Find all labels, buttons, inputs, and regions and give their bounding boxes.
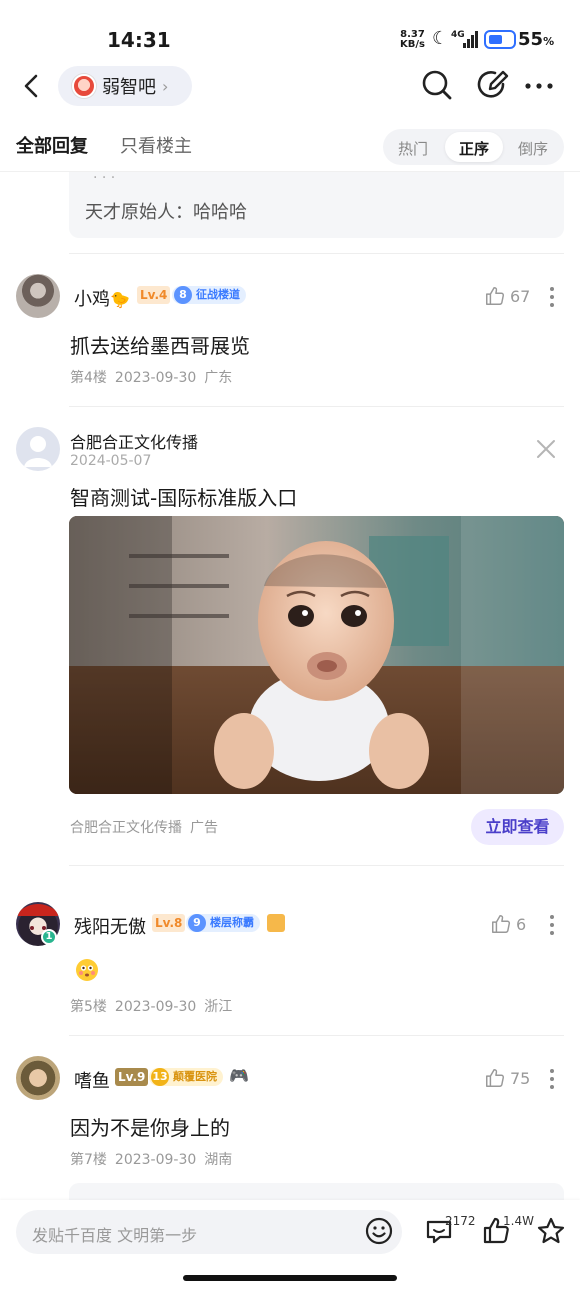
avatar[interactable] (16, 274, 60, 318)
like-button[interactable]: 75 (484, 1067, 530, 1089)
divider (69, 865, 564, 866)
ad-source: 合肥合正文化传播 广告 (70, 820, 218, 836)
sub-reply-preview[interactable]: · · · 天才原始人：哈哈哈 (69, 170, 564, 238)
username[interactable]: 嗜鱼 (74, 1067, 110, 1093)
reply-input-placeholder: 发贴千百度 文明第一步 (32, 1226, 198, 1245)
close-icon[interactable] (536, 439, 556, 459)
sort-hot[interactable]: 热门 (398, 138, 428, 159)
back-arrow-icon[interactable] (18, 72, 46, 100)
reply-more-icon[interactable] (549, 1068, 555, 1090)
advertiser-name[interactable]: 合肥合正文化传播 (70, 429, 198, 453)
likes-count: 1.4W (503, 1214, 534, 1228)
reply-content: 抓去送给墨西哥展览 (70, 334, 250, 358)
level-badge: Lv.9 (115, 1068, 149, 1086)
thumbs-up-icon (486, 287, 505, 305)
forum-name: 弱智吧 (102, 77, 156, 98)
home-indicator[interactable] (183, 1275, 397, 1281)
ad-image[interactable] (69, 516, 564, 794)
status-bar: 14:31 8.37 KB/s ☾ 4G 55% (0, 0, 580, 62)
ad-date: 2024-05-07 (70, 453, 152, 469)
emoji-picker-icon[interactable] (364, 1216, 394, 1246)
sort-ascending[interactable]: 正序 (459, 138, 489, 159)
signal-icon (461, 30, 479, 48)
net-speed: 8.37 KB/s (400, 29, 425, 50)
fan-badge-icon (267, 914, 285, 932)
divider (69, 253, 564, 254)
game-badge-icon: 🎮 (229, 1066, 249, 1085)
divider (69, 406, 564, 407)
more-options-icon[interactable] (522, 68, 556, 102)
sort-segmented-control: 热门 正序 倒序 (383, 129, 564, 165)
like-button[interactable]: 6 (490, 913, 526, 935)
nav-bar: 弱智吧 › (0, 62, 580, 112)
level-badge: Lv.8 (152, 914, 186, 932)
reply-content: 因为不是你身上的 (70, 1116, 230, 1140)
honor-badge: 9 楼层称霸 (186, 914, 260, 932)
reply-filter-bar: 全部回复 只看楼主 热门 正序 倒序 (0, 112, 580, 172)
honor-badge: 8 征战楼道 (172, 286, 246, 304)
ad-headline[interactable]: 智商测试-国际标准版入口 (70, 482, 297, 511)
search-icon[interactable] (420, 68, 454, 102)
status-time: 14:31 (107, 28, 171, 52)
thumbs-up-icon (486, 1069, 505, 1087)
battery-icon (484, 30, 516, 49)
avatar-level-badge: 1 (41, 929, 57, 945)
reply-more-icon[interactable] (549, 914, 555, 936)
avatar[interactable] (16, 1056, 60, 1100)
reply-input[interactable]: 发贴千百度 文明第一步 (16, 1210, 402, 1254)
chevron-right-icon: › (162, 76, 169, 96)
truncated-text: · · · (93, 170, 116, 186)
sort-descending[interactable]: 倒序 (518, 138, 548, 159)
sub-reply-text: 天才原始人：哈哈哈 (85, 202, 247, 223)
battery-percent: 55% (518, 29, 555, 50)
tab-all-replies[interactable]: 全部回复 (16, 132, 88, 158)
forum-avatar (72, 74, 96, 98)
forum-entry-button[interactable]: 弱智吧 › (58, 66, 193, 106)
view-now-button[interactable]: 立即查看 (471, 809, 564, 845)
reply-more-icon[interactable] (549, 286, 555, 308)
do-not-disturb-icon: ☾ (432, 28, 449, 49)
username[interactable]: 小鸡🐤 (74, 285, 130, 311)
star-favorite-icon[interactable] (536, 1216, 566, 1246)
username[interactable]: 残阳无傲 (74, 913, 146, 939)
compose-icon[interactable] (477, 68, 511, 102)
level-badge: Lv.4 (137, 286, 171, 304)
comments-count: 2172 (445, 1214, 476, 1228)
reply-meta: 第5楼 2023-09-30 浙江 (70, 999, 233, 1015)
reply-meta: 第4楼 2023-09-30 广东 (70, 370, 233, 386)
like-button[interactable]: 67 (484, 285, 530, 307)
thumbs-up-icon (492, 915, 511, 933)
reply-meta: 第7楼 2023-09-30 湖南 (70, 1152, 233, 1168)
honor-badge: 13 颠覆医院 (149, 1068, 223, 1086)
tab-op-only[interactable]: 只看楼主 (120, 132, 192, 158)
advertiser-avatar[interactable] (16, 427, 60, 471)
flushed-emoji (76, 959, 98, 981)
divider (69, 1035, 564, 1036)
